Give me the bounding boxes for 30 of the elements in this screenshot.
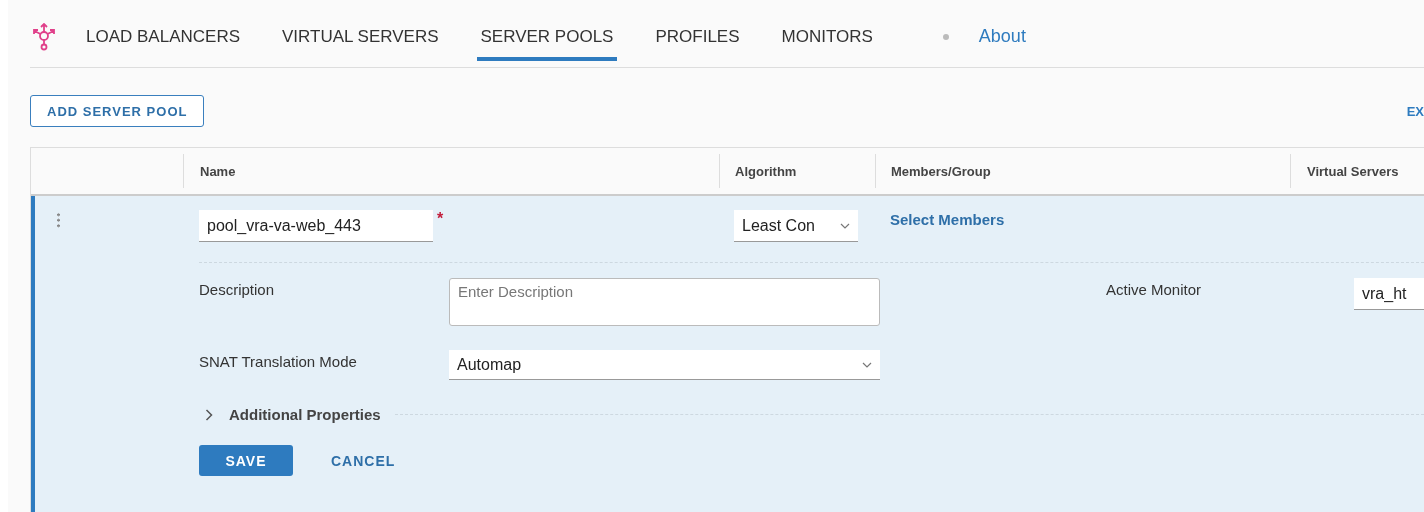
nav-tab[interactable]: SERVER POOLS [476,12,618,61]
column-header: Algorithm [735,163,797,179]
separator-dot [942,33,949,40]
additional-properties-toggle[interactable]: Additional Properties [199,406,381,423]
column-header: Virtual Servers [1307,163,1399,179]
nav-tab[interactable]: PROFILES [651,12,744,61]
snat-mode-dropdown[interactable]: Automap [449,350,880,380]
add-server-pool-button[interactable]: ADD SERVER POOL [30,95,205,127]
about-link[interactable]: About [978,26,1026,47]
cancel-button[interactable]: CANCEL [331,452,396,469]
algorithm-dropdown[interactable]: Least Con [734,210,858,242]
nav-tab[interactable]: LOAD BALANCERS [82,12,244,61]
required-mark: * [437,210,444,228]
monitor-field[interactable]: vra_ht [1354,278,1424,310]
nav-tab[interactable]: MONITORS [777,12,877,61]
more-options-icon[interactable] [57,212,60,228]
description-field[interactable]: Enter Description [449,278,880,326]
name-input-field[interactable]: pool_vra-va-web_443 [199,210,433,242]
field-label: Active Monitor [1106,280,1202,298]
network-node-icon[interactable] [32,22,56,51]
nav-tab[interactable]: VIRTUAL SERVERS [278,12,443,61]
field-label: Description [199,280,276,298]
chevron-down-icon [840,222,850,229]
save-button[interactable]: SAVE [199,445,293,476]
column-header: Members/Group [891,163,991,179]
select-members-link[interactable]: Select Members [890,211,1005,228]
field-label: SNAT Translation Mode [199,352,358,370]
chevron-down-icon [862,361,872,368]
export-link[interactable]: EX [1406,103,1424,119]
column-header: Name [200,163,236,179]
